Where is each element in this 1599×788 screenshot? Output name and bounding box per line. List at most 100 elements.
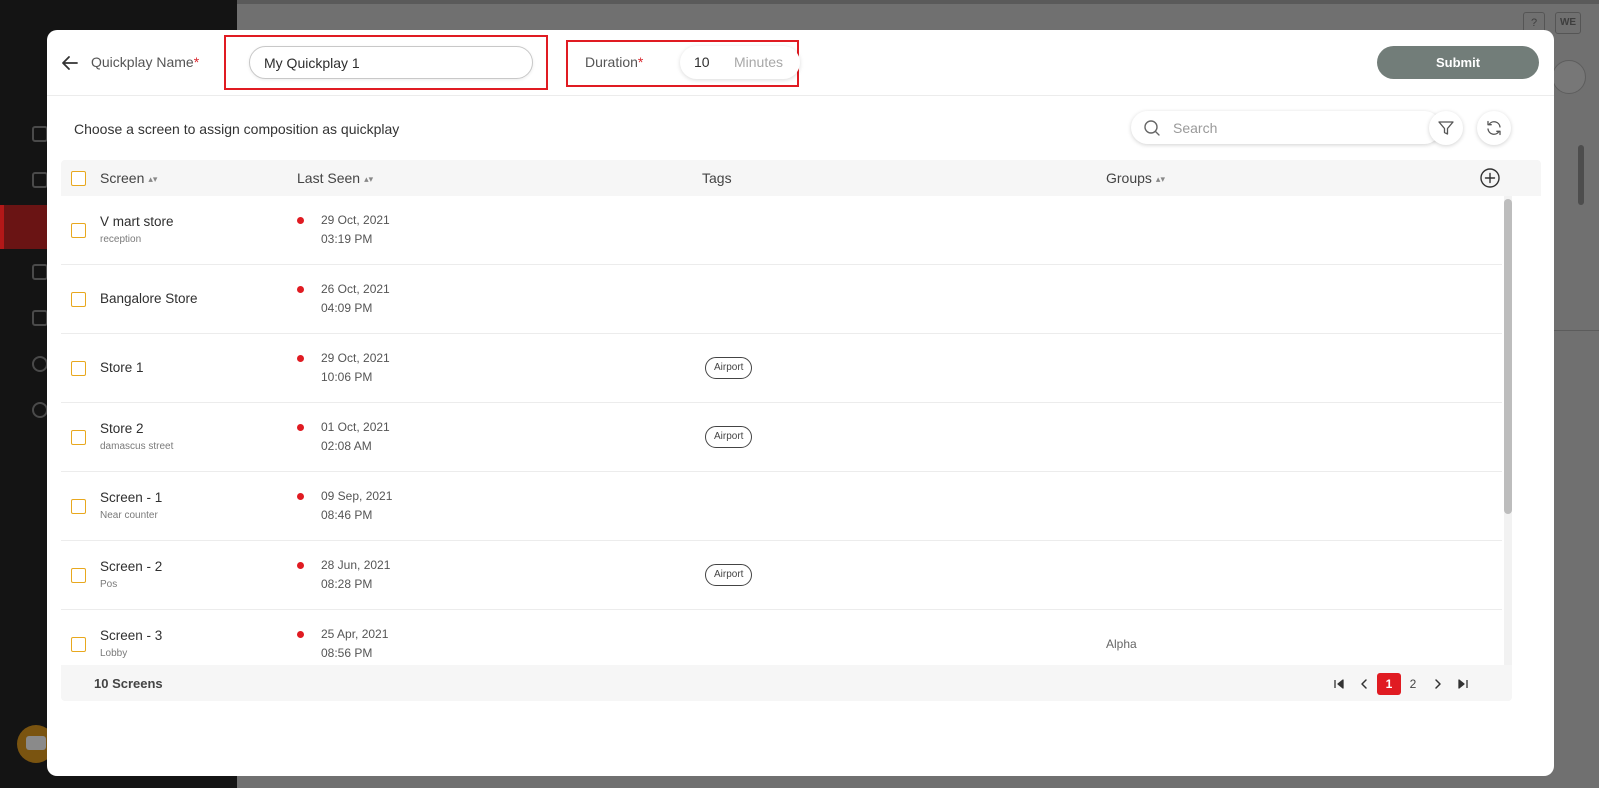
tag-badge: Airport bbox=[705, 564, 753, 586]
status-dot bbox=[297, 424, 304, 431]
column-groups-label: Groups bbox=[1106, 170, 1152, 186]
column-screen-label: Screen bbox=[100, 170, 145, 186]
last-seen-time: 08:28 PM bbox=[321, 577, 373, 591]
sort-icon: ▴▾ bbox=[364, 174, 374, 184]
screen-name: Screen - 3 bbox=[100, 628, 163, 643]
search-input[interactable] bbox=[1173, 117, 1423, 139]
row-checkbox[interactable] bbox=[71, 223, 86, 238]
background-filter-icon bbox=[1552, 60, 1586, 94]
background-nav-icon bbox=[32, 310, 48, 326]
row-checkbox[interactable] bbox=[71, 292, 86, 307]
column-last-seen[interactable]: Last Seen ▴▾ bbox=[297, 170, 373, 186]
screen-location: reception bbox=[100, 234, 142, 245]
back-arrow-icon[interactable] bbox=[59, 52, 81, 74]
required-mark: * bbox=[193, 54, 200, 70]
last-seen-date: 09 Sep, 2021 bbox=[321, 489, 393, 503]
previous-page-button[interactable] bbox=[1354, 674, 1374, 694]
submit-button[interactable]: Submit bbox=[1377, 46, 1539, 79]
table-row[interactable]: Screen - 1 Near counter 09 Sep, 2021 08:… bbox=[61, 472, 1502, 541]
first-page-button[interactable] bbox=[1329, 674, 1349, 694]
status-dot bbox=[297, 562, 304, 569]
row-checkbox[interactable] bbox=[71, 499, 86, 514]
last-page-button[interactable] bbox=[1453, 674, 1473, 694]
column-last-seen-label: Last Seen bbox=[297, 170, 361, 186]
last-seen-time: 02:08 AM bbox=[321, 439, 372, 453]
background-topbar bbox=[237, 0, 1599, 4]
row-checkbox[interactable] bbox=[71, 637, 86, 652]
page-1-button[interactable]: 1 bbox=[1377, 673, 1401, 695]
column-tags-label: Tags bbox=[702, 170, 732, 186]
add-column-icon[interactable] bbox=[1479, 167, 1501, 189]
last-seen-time: 08:46 PM bbox=[321, 508, 373, 522]
refresh-button[interactable] bbox=[1477, 111, 1511, 145]
first-page-icon bbox=[1334, 679, 1344, 689]
group-name: Alpha bbox=[1106, 637, 1137, 651]
duration-label-text: Duration bbox=[585, 54, 638, 70]
chevron-left-icon bbox=[1361, 679, 1367, 689]
screen-name: Screen - 2 bbox=[100, 559, 163, 574]
duration-field: Minutes bbox=[680, 46, 800, 79]
table-row[interactable]: Screen - 2 Pos 28 Jun, 2021 08:28 PM Air… bbox=[61, 541, 1502, 610]
duration-unit: Minutes bbox=[734, 54, 784, 70]
last-seen-date: 01 Oct, 2021 bbox=[321, 420, 390, 434]
table-header: Screen ▴▾ Last Seen ▴▾ Tags Groups ▴▾ bbox=[61, 160, 1541, 196]
last-seen-time: 08:56 PM bbox=[321, 646, 373, 660]
scrollbar-thumb[interactable] bbox=[1504, 199, 1512, 514]
background-scrollbar bbox=[1578, 145, 1584, 205]
column-groups[interactable]: Groups ▴▾ bbox=[1106, 170, 1165, 186]
table-footer: 10 Screens 1 2 bbox=[61, 665, 1512, 701]
search-field bbox=[1131, 111, 1441, 144]
last-seen-time: 03:19 PM bbox=[321, 232, 373, 246]
status-dot bbox=[297, 217, 304, 224]
quickplay-name-label: Quickplay Name* bbox=[91, 54, 199, 70]
table-body: V mart store reception 29 Oct, 2021 03:1… bbox=[61, 196, 1502, 665]
sort-icon: ▴▾ bbox=[148, 174, 158, 184]
row-checkbox[interactable] bbox=[71, 568, 86, 583]
quickplay-modal: Quickplay Name* Duration* Minutes Submit… bbox=[47, 30, 1554, 776]
table-row[interactable]: V mart store reception 29 Oct, 2021 03:1… bbox=[61, 196, 1502, 265]
background-nav-icon bbox=[32, 172, 48, 188]
background-nav-icon bbox=[32, 356, 48, 372]
screen-location: Lobby bbox=[100, 648, 128, 659]
last-seen-date: 26 Oct, 2021 bbox=[321, 282, 390, 296]
status-dot bbox=[297, 355, 304, 362]
status-dot bbox=[297, 286, 304, 293]
table-row[interactable]: Screen - 3 Lobby 25 Apr, 2021 08:56 PM A… bbox=[61, 610, 1502, 665]
page-2-button[interactable]: 2 bbox=[1403, 674, 1423, 694]
instruction-text: Choose a screen to assign composition as… bbox=[74, 121, 400, 137]
status-dot bbox=[297, 631, 304, 638]
table-row[interactable]: Store 1 29 Oct, 2021 10:06 PM Airport bbox=[61, 334, 1502, 403]
last-seen-date: 29 Oct, 2021 bbox=[321, 351, 390, 365]
column-tags: Tags bbox=[702, 170, 732, 186]
status-dot bbox=[297, 493, 304, 500]
last-seen-date: 25 Apr, 2021 bbox=[321, 627, 389, 641]
table-row[interactable]: Bangalore Store 26 Oct, 2021 04:09 PM bbox=[61, 265, 1502, 334]
row-checkbox[interactable] bbox=[71, 361, 86, 376]
next-page-button[interactable] bbox=[1428, 674, 1448, 694]
row-checkbox[interactable] bbox=[71, 430, 86, 445]
search-icon bbox=[1144, 120, 1160, 136]
background-nav-icon bbox=[32, 126, 48, 142]
quickplay-name-input[interactable] bbox=[249, 46, 533, 79]
filter-button[interactable] bbox=[1429, 111, 1463, 145]
duration-input[interactable] bbox=[694, 54, 724, 70]
background-avatar: WE bbox=[1555, 12, 1581, 34]
screen-name: Bangalore Store bbox=[100, 291, 198, 306]
background-nav-icon bbox=[32, 264, 48, 280]
screen-name: Store 1 bbox=[100, 360, 144, 375]
screen-location: Pos bbox=[100, 579, 118, 590]
column-screen[interactable]: Screen ▴▾ bbox=[100, 170, 157, 186]
modal-header: Quickplay Name* Duration* Minutes Submit bbox=[47, 30, 1554, 96]
background-nav-icon bbox=[32, 402, 48, 418]
tag-badge: Airport bbox=[705, 357, 753, 379]
duration-label: Duration* bbox=[585, 54, 643, 70]
screen-name: Store 2 bbox=[100, 421, 144, 436]
select-all-checkbox[interactable] bbox=[71, 171, 86, 186]
table-row[interactable]: Store 2 damascus street 01 Oct, 2021 02:… bbox=[61, 403, 1502, 472]
sort-icon: ▴▾ bbox=[1155, 174, 1165, 184]
refresh-icon bbox=[1487, 120, 1501, 136]
last-seen-date: 29 Oct, 2021 bbox=[321, 213, 390, 227]
screen-count: 10 Screens bbox=[94, 676, 163, 691]
screen-name: V mart store bbox=[100, 214, 174, 229]
filter-icon bbox=[1438, 121, 1454, 135]
